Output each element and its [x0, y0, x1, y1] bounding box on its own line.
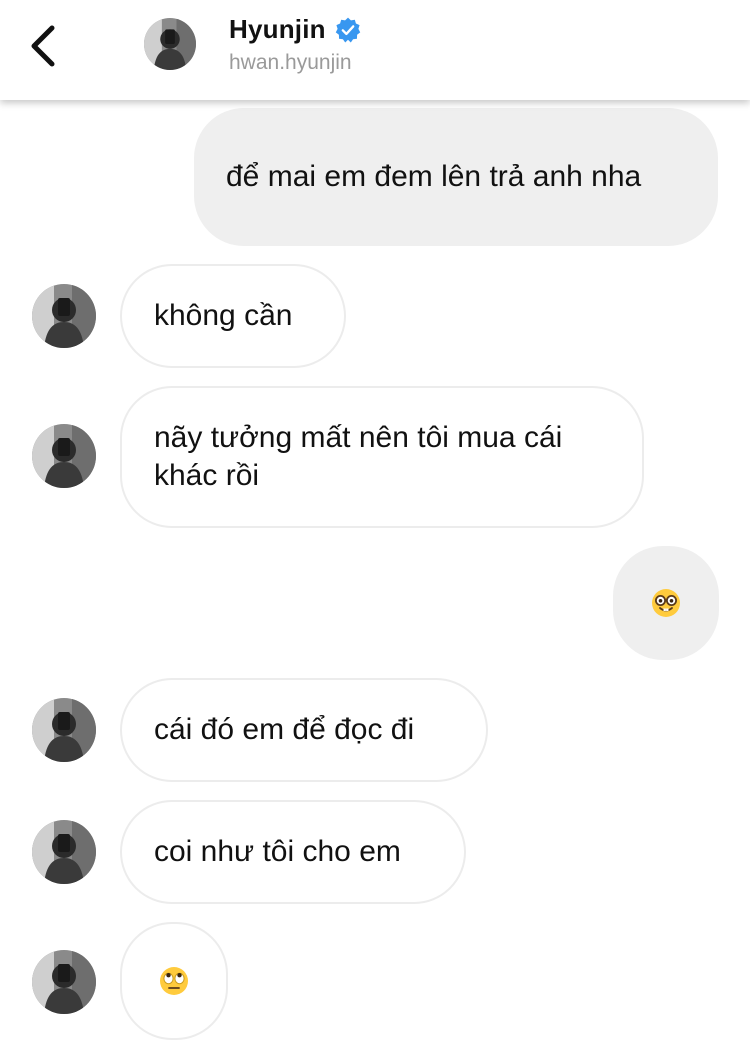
chevron-left-icon [31, 25, 55, 67]
sender-avatar[interactable] [32, 424, 96, 488]
avatar-photo [32, 950, 96, 1014]
message-bubble-received[interactable]: coi như tôi cho em [120, 800, 466, 904]
message-text: để mai em đem lên trả anh nha [226, 160, 642, 193]
back-button[interactable] [18, 18, 68, 74]
chat-header: Hyunjin hwan.hyunjin [0, 0, 750, 100]
message-text: không cần [154, 299, 293, 332]
nerd-face-emoji [652, 589, 680, 617]
contact-name-row[interactable]: Hyunjin [229, 14, 361, 45]
avatar-photo [32, 424, 96, 488]
sender-avatar[interactable] [32, 820, 96, 884]
face-with-rolling-eyes-emoji [160, 967, 188, 995]
message-text: nãy tưởng mất nên tôi mua cái khác rồi [154, 421, 563, 492]
avatar-photo [144, 18, 196, 70]
verified-badge-icon [335, 17, 360, 42]
message-bubble-sent[interactable]: để mai em đem lên trả anh nha [194, 108, 718, 246]
message-bubble-received[interactable] [120, 922, 228, 1040]
message-bubble-received[interactable]: không cần [120, 264, 346, 368]
contact-avatar[interactable] [144, 18, 196, 70]
avatar-photo [32, 820, 96, 884]
message-text: coi như tôi cho em [154, 835, 401, 868]
contact-handle: hwan.hyunjin [229, 51, 352, 74]
message-bubble-received[interactable]: cái đó em để đọc đi [120, 678, 488, 782]
chat-screen: Hyunjin hwan.hyunjin để mai em đem lên t… [0, 0, 750, 1053]
sender-avatar[interactable] [32, 698, 96, 762]
avatar-photo [32, 284, 96, 348]
message-text: cái đó em để đọc đi [154, 713, 415, 746]
message-bubble-received[interactable]: nãy tưởng mất nên tôi mua cái khác rồi [120, 386, 644, 528]
sender-avatar[interactable] [32, 284, 96, 348]
contact-name: Hyunjin [229, 14, 326, 44]
avatar-photo [32, 698, 96, 762]
sender-avatar[interactable] [32, 950, 96, 1014]
message-bubble-sent[interactable] [613, 546, 719, 660]
